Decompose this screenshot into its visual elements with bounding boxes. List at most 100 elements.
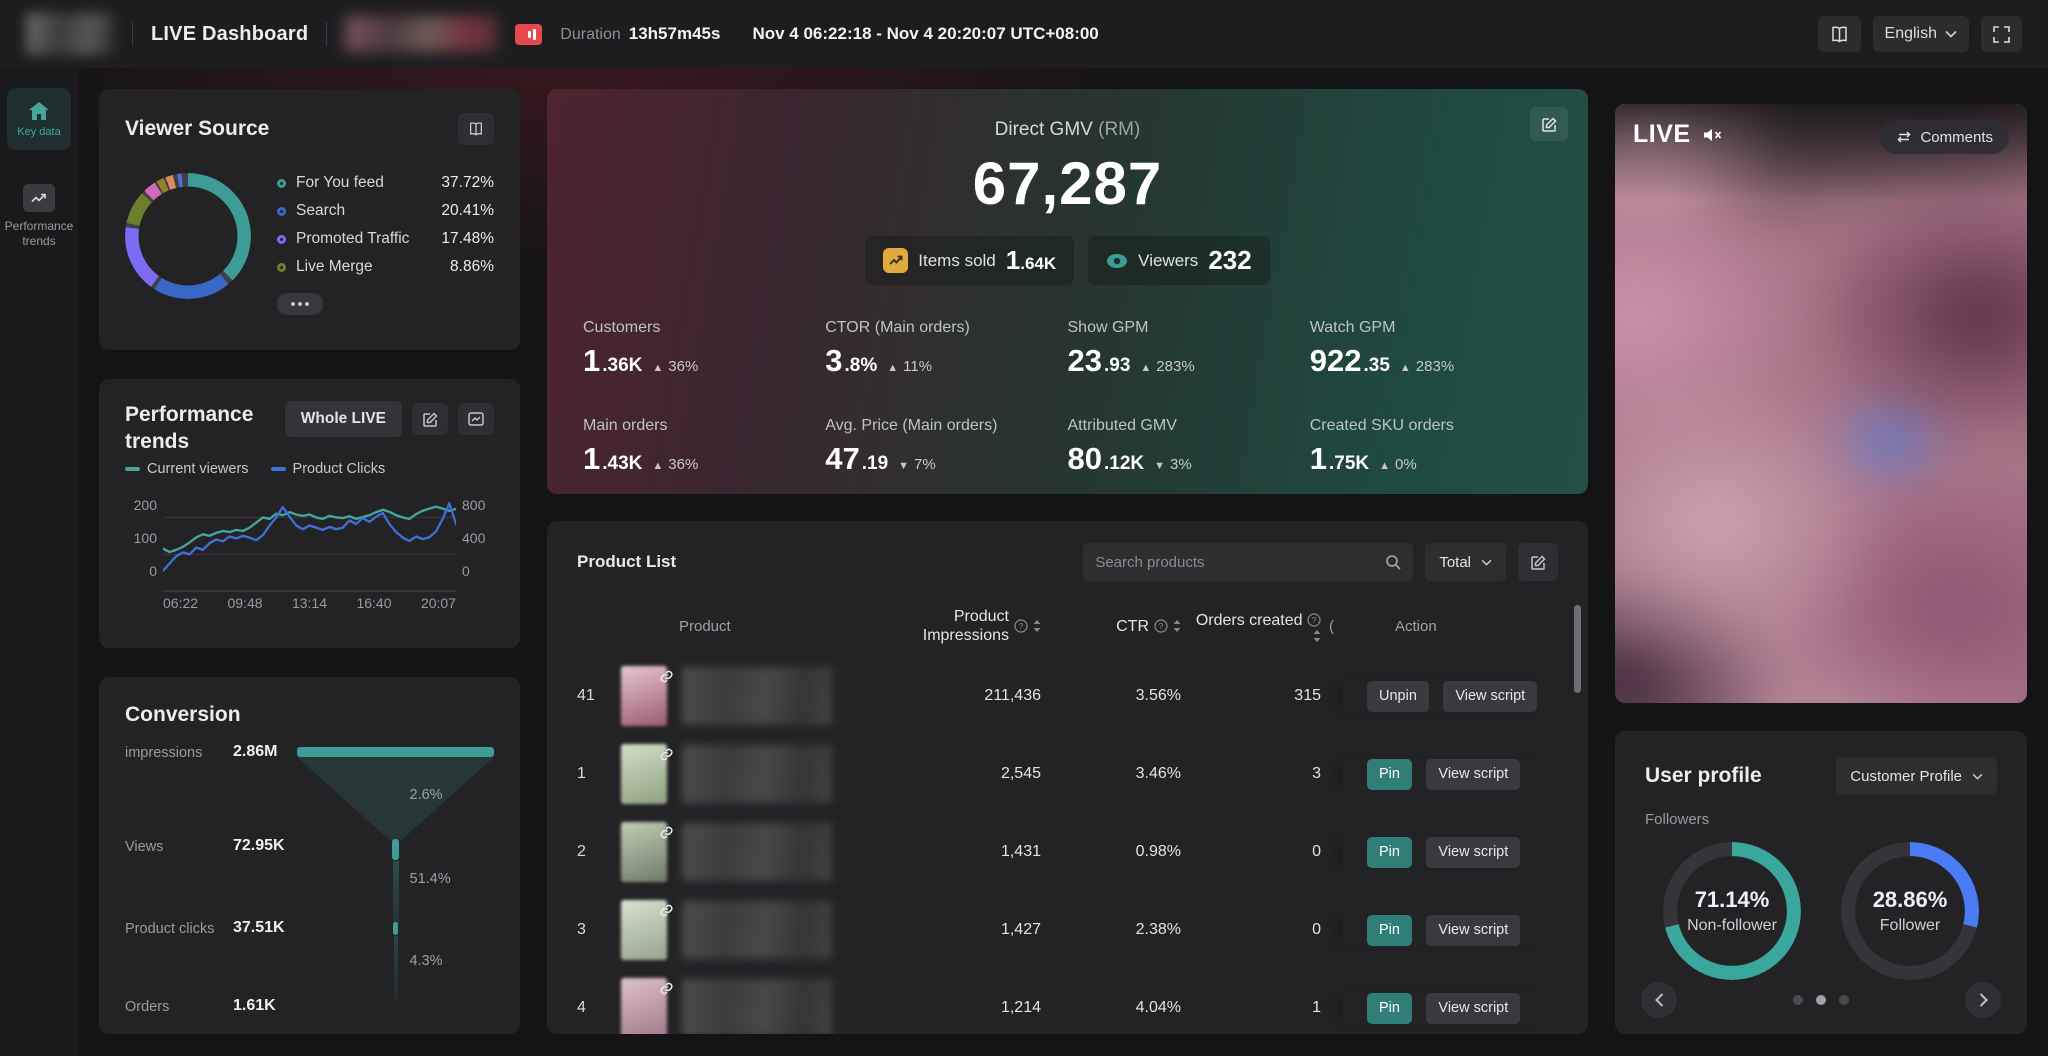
stage-label: Orders [125, 999, 169, 1015]
carousel-dot-active[interactable] [1816, 995, 1826, 1005]
live-badge: LIVE [1633, 120, 1723, 149]
carousel-dot[interactable] [1793, 995, 1803, 1005]
pin-button[interactable]: Pin [1367, 759, 1412, 790]
gmv-value: 67,287 [583, 149, 1552, 218]
sort-icon[interactable] [1173, 620, 1181, 632]
metric-value: 1 [583, 343, 600, 379]
product-orders: 0 [1181, 921, 1321, 939]
items-sold-badge: Items sold 1.64K [865, 236, 1074, 285]
legend-label: Promoted Traffic [296, 230, 431, 248]
duration-label: Duration [560, 26, 620, 44]
sort-icon[interactable] [1033, 620, 1041, 632]
guide-button[interactable] [1818, 16, 1861, 52]
eye-icon [1106, 253, 1128, 269]
language-selector[interactable]: English [1873, 16, 1969, 52]
metric-delta: 3% [1170, 456, 1192, 473]
axis-tick: 06:22 [163, 595, 198, 611]
muted-speaker-icon[interactable] [1701, 125, 1723, 145]
gmv-edit-button[interactable] [1530, 107, 1568, 141]
view-script-button[interactable]: View script [1426, 993, 1520, 1024]
product-cell[interactable] [621, 822, 861, 882]
axis-tick: 200 [125, 497, 157, 513]
carousel-dot[interactable] [1839, 995, 1849, 1005]
stage-value: 37.51K [233, 919, 285, 937]
carousel-dots [1793, 995, 1849, 1005]
metric-value: 23 [1068, 343, 1102, 379]
profile-dropdown-value: Customer Profile [1850, 768, 1962, 785]
trend-legend: Current viewers Product Clicks [125, 461, 494, 477]
view-script-button[interactable]: View script [1443, 681, 1537, 712]
legend-value: 20.41% [441, 202, 494, 220]
live-label: LIVE [1633, 120, 1691, 149]
legend-value: 8.86% [450, 258, 494, 276]
legend-value: 37.72% [441, 174, 494, 192]
comments-button[interactable]: Comments [1880, 120, 2009, 154]
carousel-next-button[interactable] [1965, 982, 2001, 1018]
stage-label: Product clicks [125, 921, 214, 937]
main-content: Viewer Source For You feed 37.72% [78, 68, 2048, 1056]
view-script-button[interactable]: View script [1426, 837, 1520, 868]
metric-value: 1 [1310, 441, 1327, 477]
viewers-label: Viewers [1138, 251, 1198, 271]
stage-value: 2.86M [233, 743, 277, 761]
view-script-button[interactable]: View script [1426, 759, 1520, 790]
table-row: 3 1,427 2.38% 0 Pin [577, 891, 1558, 969]
total-dropdown[interactable]: Total [1425, 543, 1506, 581]
metric: CTOR (Main orders) 3 .8% ▲ 11% [825, 319, 1067, 379]
pin-button[interactable]: Pin [1367, 993, 1412, 1024]
edit-button[interactable] [412, 403, 448, 435]
metric-label: Main orders [583, 417, 825, 435]
header-impressions[interactable]: ProductImpressions ? [861, 607, 1041, 645]
viewer-source-guide-button[interactable] [458, 113, 494, 145]
left-axis: 2001000 [125, 489, 163, 593]
book-icon [1830, 26, 1849, 43]
pin-button[interactable]: Pin [1367, 915, 1412, 946]
profile-carousel [1641, 982, 2001, 1018]
product-orders: 1 [1181, 999, 1321, 1017]
product-rank: 1 [577, 765, 621, 783]
range-button[interactable]: Whole LIVE [285, 401, 402, 437]
table-header: Product ProductImpressions ? CTR ? [577, 595, 1558, 657]
link-icon [660, 826, 673, 839]
carousel-prev-button[interactable] [1641, 982, 1677, 1018]
profile-dropdown[interactable]: Customer Profile [1836, 757, 1997, 795]
pin-button[interactable]: Unpin [1367, 681, 1429, 712]
legend-swatch [277, 207, 286, 216]
product-rank: 41 [577, 687, 621, 705]
duration: Duration 13h57m45s [560, 24, 720, 44]
chart-view-button[interactable] [458, 403, 494, 435]
left-sidebar: Key data Performance trends [0, 68, 78, 1056]
ring-label: Follower [1880, 917, 1940, 935]
pin-button[interactable]: Pin [1367, 837, 1412, 868]
stage-label: impressions [125, 745, 202, 761]
sidebar-item-performance-trends[interactable]: Performance trends [4, 184, 74, 249]
header-ctr[interactable]: CTR ? [1041, 617, 1181, 636]
sidebar-item-key-data[interactable]: Key data [7, 88, 71, 150]
metric: Avg. Price (Main orders) 47 .19 ▼ 7% [825, 417, 1067, 477]
axis-tick: 400 [462, 530, 494, 546]
right-axis: 8004000 [456, 489, 494, 593]
product-cell[interactable] [621, 900, 861, 960]
chevron-down-icon [1945, 30, 1957, 38]
axis-tick: 800 [462, 497, 494, 513]
items-sold-label: Items sold [918, 251, 995, 271]
product-cell[interactable] [621, 978, 861, 1034]
more-button[interactable] [277, 293, 323, 315]
view-script-button[interactable]: View script [1426, 915, 1520, 946]
search-input[interactable] [1095, 554, 1377, 571]
product-list-title: Product List [577, 552, 676, 572]
x-axis: 06:2209:4813:1416:4020:07 [163, 595, 456, 611]
header-orders[interactable]: Orders created ? [1181, 611, 1321, 642]
topbar: LIVE Dashboard Duration 13h57m45s Nov 4 … [0, 0, 2048, 68]
user-profile-card: User profile Customer Profile Followers … [1615, 731, 2027, 1034]
product-rank: 2 [577, 843, 621, 861]
delta-arrow-icon: ▼ [1154, 460, 1165, 472]
product-cell[interactable] [621, 744, 861, 804]
table-scrollbar[interactable] [1574, 605, 1581, 693]
product-orders: 3 [1181, 765, 1321, 783]
product-list-edit-button[interactable] [1518, 543, 1558, 581]
trend-chart: 2001000 8004000 [125, 489, 494, 593]
fullscreen-button[interactable] [1981, 16, 2022, 52]
sort-icon[interactable] [1313, 630, 1321, 642]
product-cell[interactable] [621, 666, 861, 726]
